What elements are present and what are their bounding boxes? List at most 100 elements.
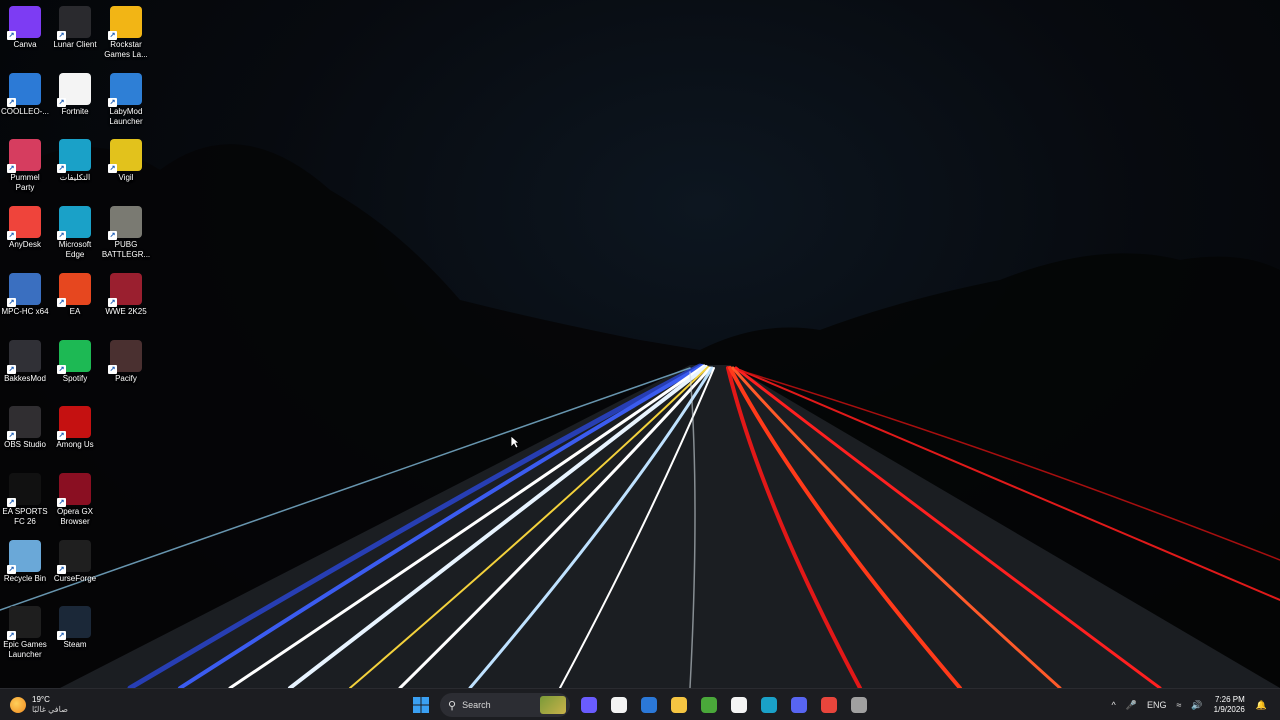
shortcut-arrow-icon: ↗ — [57, 231, 66, 241]
edge-icon: ↗ — [57, 206, 91, 241]
desktop-shortcut[interactable]: ↗ WWE 2K25 — [101, 267, 151, 317]
desktop-shortcut[interactable]: ↗ Vigil — [101, 133, 151, 183]
desktop-shortcut[interactable]: ↗ Opera GX Browser — [50, 467, 100, 527]
desktop-shortcut[interactable]: ↗ Pacify — [101, 334, 151, 384]
desktop-shortcut[interactable]: ↗ EA SPORTS FC 26 — [0, 467, 50, 527]
taskbar-pinned-app[interactable] — [576, 692, 602, 718]
shortcut-arrow-icon: ↗ — [7, 431, 16, 441]
shortcut-arrow-icon: ↗ — [57, 497, 66, 507]
desktop-shortcut[interactable]: ↗ Canva — [0, 0, 50, 50]
search-highlight-image — [540, 696, 566, 714]
desktop-shortcut-label: Spotify — [62, 373, 88, 383]
shortcut-arrow-icon: ↗ — [57, 564, 66, 574]
taskbar-pinned-app[interactable] — [726, 692, 752, 718]
chrome-icon — [821, 697, 837, 713]
desktop-shortcut-label: Recycle Bin — [3, 573, 47, 583]
obs-icon: ↗ — [7, 406, 41, 441]
shortcut-arrow-icon: ↗ — [57, 31, 66, 40]
pummel-party-icon: ↗ — [7, 139, 41, 174]
desktop-shortcut[interactable]: ↗ Rockstar Games La... — [101, 0, 151, 60]
shortcut-arrow-icon: ↗ — [108, 97, 117, 107]
microphone-icon[interactable]: 🎤 — [1126, 700, 1137, 711]
desktop-shortcut-label: OBS Studio — [4, 440, 46, 450]
shortcut-arrow-icon: ↗ — [7, 97, 16, 107]
desktop-shortcut[interactable]: ↗ AnyDesk — [0, 200, 50, 250]
among-us-icon: ↗ — [57, 406, 91, 441]
desktop-shortcut[interactable]: ↗ Lunar Client — [50, 0, 100, 50]
desktop-shortcut[interactable]: ↗ Epic Games Launcher — [0, 600, 50, 660]
bakkesmod-icon: ↗ — [7, 339, 41, 374]
taskbar-search-box[interactable]: ⚲ Search — [440, 693, 570, 717]
shortcut-arrow-icon: ↗ — [7, 497, 16, 507]
language-indicator[interactable]: ENG — [1147, 700, 1167, 710]
clock[interactable]: 7:26 PM 1/9/2026 — [1214, 695, 1245, 715]
taskbar-pinned-app[interactable] — [666, 692, 692, 718]
start-button[interactable] — [408, 692, 434, 718]
desktop-shortcut-label: EA SPORTS FC 26 — [2, 506, 48, 526]
desktop-shortcut[interactable]: ↗ التكليفات — [50, 133, 100, 183]
taskbar-pinned-app[interactable] — [696, 692, 722, 718]
weather-condition: صافي غالبًا — [32, 705, 68, 714]
desktop-shortcut-label: Rockstar Games La... — [104, 40, 148, 59]
desktop-shortcut[interactable]: ↗ Spotify — [50, 334, 100, 384]
minecraft-icon — [701, 697, 717, 713]
clock-date: 1/9/2026 — [1213, 705, 1245, 714]
desktop-shortcut[interactable]: ↗ CurseForge — [50, 534, 100, 584]
desktop-shortcut[interactable]: ↗ Recycle Bin — [0, 534, 50, 584]
desktop-shortcut-label: AnyDesk — [8, 240, 41, 250]
desktop-shortcut[interactable]: ↗ EA — [50, 267, 100, 317]
desktop-shortcut[interactable]: ↗ Steam — [50, 600, 100, 650]
taskbar-pinned-app[interactable] — [636, 692, 662, 718]
desktop-shortcut-label: BakkesMod — [4, 373, 46, 383]
desktop-shortcut-label: Steam — [63, 640, 87, 650]
shortcut-arrow-icon: ↗ — [57, 364, 66, 374]
desktop-shortcut[interactable]: ↗ Microsoft Edge — [50, 200, 100, 260]
file-icon: ↗ — [57, 72, 91, 107]
desktop-shortcut-label: EA — [69, 306, 81, 316]
taskbar-pinned-app[interactable] — [786, 692, 812, 718]
shortcut-arrow-icon: ↗ — [7, 31, 16, 40]
epic-games-icon: ↗ — [7, 606, 41, 641]
taskbar-pinned-app[interactable] — [756, 692, 782, 718]
desktop-icon-grid: ↗ Canva ↗ Lunar Client ↗ Rockstar Games La...… — [0, 0, 160, 680]
taskbar-pinned-app[interactable] — [846, 692, 872, 718]
show-hidden-icons-chevron-icon[interactable]: ^ — [1112, 700, 1116, 710]
shortcut-arrow-icon: ↗ — [108, 231, 117, 241]
shortcut-arrow-icon: ↗ — [7, 364, 16, 374]
desktop-shortcut[interactable]: ↗ MPC-HC x64 — [0, 267, 50, 317]
desktop-shortcut-label: CurseForge — [53, 573, 97, 583]
file-explorer-icon — [671, 697, 687, 713]
wifi-icon[interactable]: ≈ — [1176, 700, 1181, 710]
desktop-shortcut-label: Microsoft Edge — [58, 240, 92, 260]
notification-bell-icon[interactable]: 🔔 — [1256, 700, 1267, 711]
volume-icon[interactable]: 🔊 — [1191, 700, 1202, 711]
desktop-shortcut[interactable]: ↗ PUBG BATTLEGR... — [101, 200, 151, 260]
desktop-shortcut[interactable]: ↗ BakkesMod — [0, 334, 50, 384]
desktop-shortcut[interactable]: ↗ LabyMod Launcher — [101, 67, 151, 127]
desktop-shortcut-label: WWE 2K25 — [105, 306, 147, 316]
microsoft-store-icon — [611, 697, 627, 713]
taskbar-pinned-app[interactable] — [606, 692, 632, 718]
desktop-shortcut-label: Among Us — [56, 440, 94, 450]
system-tray: ^ 🎤 ENG ≈ 🔊 7:26 PM 1/9/2026 🔔 — [1107, 692, 1273, 718]
desktop-shortcut[interactable]: ↗ OBS Studio — [0, 400, 50, 450]
document-icon — [731, 697, 747, 713]
shortcut-arrow-icon: ↗ — [7, 297, 16, 307]
desktop-shortcut-label: التكليفات — [59, 173, 91, 183]
taskbar-pinned-app[interactable] — [816, 692, 842, 718]
desktop-shortcut-label: PUBG BATTLEGR... — [101, 240, 151, 260]
desktop-shortcut-label: Lunar Client — [53, 40, 97, 49]
desktop-shortcut[interactable]: ↗ Pummel Party — [0, 133, 50, 193]
pacify-icon: ↗ — [108, 339, 142, 374]
vigil-icon: ↗ — [108, 139, 142, 174]
weather-sun-icon — [10, 697, 26, 713]
shortcut-arrow-icon: ↗ — [108, 364, 117, 374]
edge-icon — [761, 697, 777, 713]
steam-icon: ↗ — [57, 606, 91, 641]
desktop-shortcut[interactable]: ↗ COOLLEO-... — [0, 67, 50, 117]
pubg-icon: ↗ — [108, 206, 142, 241]
desktop-shortcut[interactable]: ↗ Fortnite — [50, 67, 100, 117]
weather-widget[interactable]: 19°C صافي غالبًا — [10, 693, 68, 717]
desktop-shortcut[interactable]: ↗ Among Us — [50, 400, 100, 450]
shortcut-arrow-icon: ↗ — [57, 631, 66, 641]
